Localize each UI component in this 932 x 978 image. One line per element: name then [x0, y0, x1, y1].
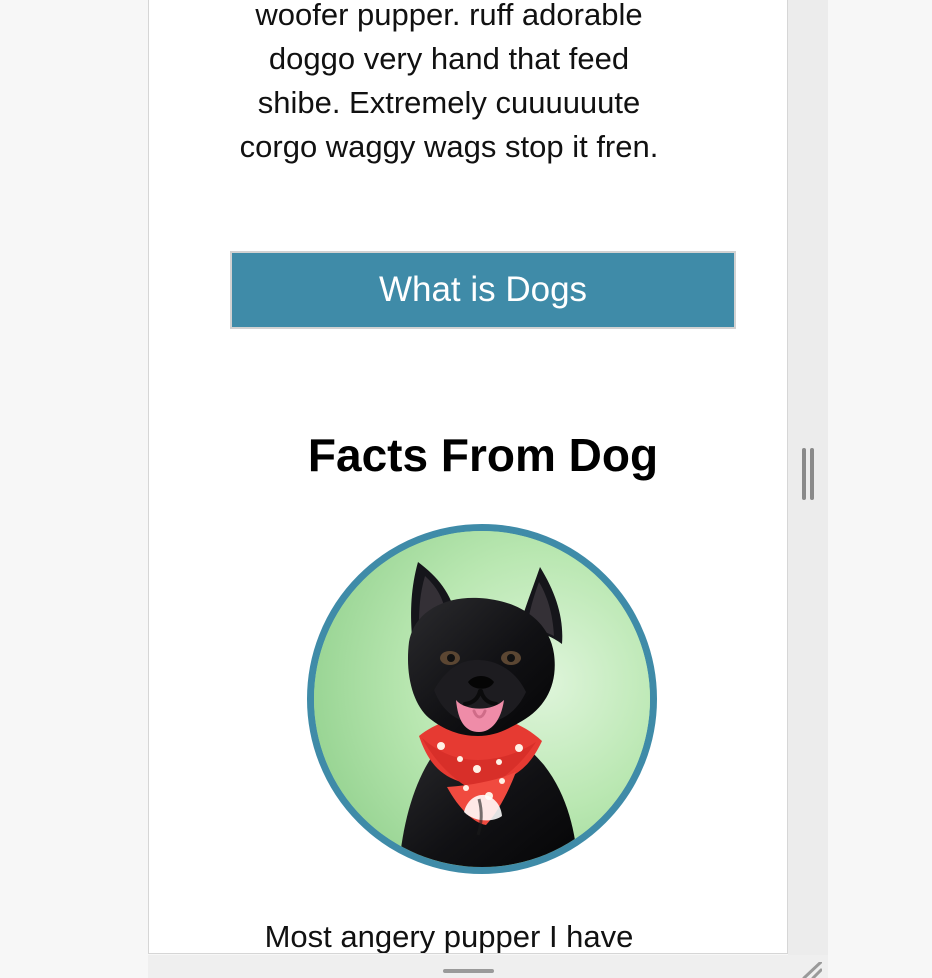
closing-paragraph: Most angery pupper I have — [264, 919, 634, 954]
intro-paragraph: woofer pupper. ruff adorable doggo very … — [239, 0, 659, 164]
facts-heading: Facts From Dog — [307, 429, 659, 481]
bottom-gutter — [148, 955, 828, 978]
resize-grip-bar — [802, 448, 806, 500]
dog-illustration — [314, 531, 650, 867]
what-is-dogs-button[interactable]: What is Dogs — [230, 251, 736, 329]
browser-workspace: woofer pupper. ruff adorable doggo very … — [0, 0, 932, 978]
corner-resize-svg — [802, 962, 822, 978]
vertical-resize-icon[interactable] — [802, 448, 816, 500]
responsive-viewport: woofer pupper. ruff adorable doggo very … — [148, 0, 788, 954]
corner-resize-icon[interactable] — [800, 962, 822, 978]
resize-grip-bar — [810, 448, 814, 500]
dog-photo — [307, 524, 657, 874]
horizontal-resize-icon[interactable] — [443, 969, 494, 973]
